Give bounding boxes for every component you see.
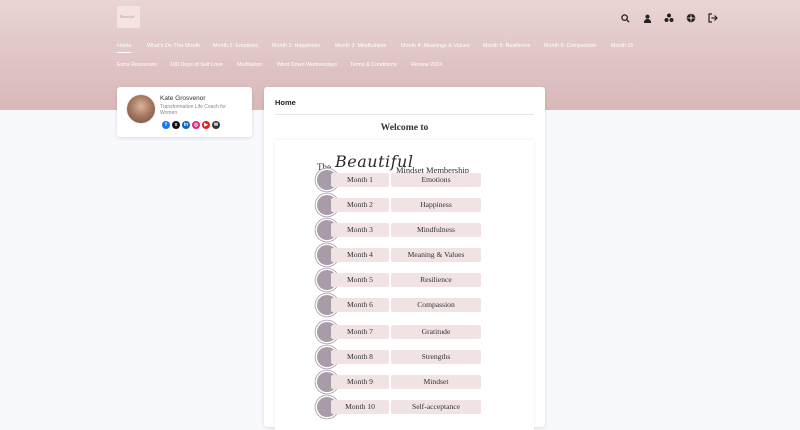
- nav-item-month-2[interactable]: Month 2: Happiness: [272, 43, 320, 49]
- nav-item-month-4[interactable]: Month 4: Meanings & Values: [401, 43, 470, 49]
- nav-item-meditation[interactable]: Meditation: [237, 62, 262, 68]
- month-label: Month 2: [331, 198, 389, 212]
- topic-label: Happiness: [391, 198, 481, 212]
- topic-label: Self-acceptance: [391, 400, 481, 414]
- logo-text: Beautiful: [120, 14, 135, 19]
- nav-item-month-15[interactable]: Month 15: [611, 43, 633, 49]
- nav-item-month-1[interactable]: Month 1: Emotions: [213, 43, 258, 49]
- page-title: Home: [275, 98, 296, 107]
- profile-role: Transformation Life Coach for Women: [160, 104, 226, 116]
- linkedin-icon[interactable]: in: [182, 121, 190, 129]
- month-row-3[interactable]: Month 3 Mindfulness: [317, 220, 481, 240]
- month-row-10[interactable]: Month 10 Self-acceptance: [317, 397, 481, 417]
- nav-item-month-3[interactable]: Month 3: Mindfulness: [335, 43, 386, 49]
- month-label: Month 7: [331, 325, 389, 339]
- month-row-4[interactable]: Month 4 Meaning & Values: [317, 245, 481, 265]
- logout-icon[interactable]: [706, 11, 720, 25]
- profile-card: Kate Grosvenor Transformation Life Coach…: [117, 87, 252, 137]
- social-links: f x in ◎ ▶ ✉: [162, 121, 220, 129]
- user-icon[interactable]: [640, 11, 654, 25]
- nav-item-wind-down[interactable]: Wind Down Wednesdays: [277, 62, 337, 68]
- instagram-icon[interactable]: ◎: [192, 121, 200, 129]
- community-icon[interactable]: [662, 11, 676, 25]
- divider: [275, 114, 534, 115]
- youtube-icon[interactable]: ▶: [202, 121, 210, 129]
- search-icon[interactable]: [618, 11, 632, 25]
- membership-graphic: The Beautiful Mindset Membership Month 1…: [275, 140, 534, 430]
- topic-label: Emotions: [391, 173, 481, 187]
- welcome-heading: Welcome to: [380, 122, 429, 133]
- topic-label: Mindset: [391, 375, 481, 389]
- topic-label: Meaning & Values: [391, 248, 481, 262]
- topic-label: Mindfulness: [391, 223, 481, 237]
- x-icon[interactable]: x: [172, 121, 180, 129]
- nav-item-extra-resources[interactable]: Extra Resources: [117, 62, 157, 68]
- email-icon[interactable]: ✉: [212, 121, 220, 129]
- nav-item-month-6[interactable]: Month 6: Compassion: [544, 43, 596, 49]
- month-row-6[interactable]: Month 6 Compassion: [317, 295, 481, 315]
- facebook-icon[interactable]: f: [162, 121, 170, 129]
- nav-item-month-5[interactable]: Month 5: Resilience: [483, 43, 530, 49]
- topic-label: Compassion: [391, 298, 481, 312]
- header-icons: [618, 11, 720, 25]
- avatar[interactable]: [126, 94, 156, 124]
- topic-label: Strengths: [391, 350, 481, 364]
- profile-name[interactable]: Kate Grosvenor: [160, 95, 206, 102]
- month-row-7[interactable]: Month 7 Gratitude: [317, 322, 481, 342]
- settings-icon[interactable]: [684, 11, 698, 25]
- month-label: Month 1: [331, 173, 389, 187]
- month-label: Month 4: [331, 248, 389, 262]
- topic-label: Resilience: [391, 273, 481, 287]
- month-row-1[interactable]: Month 1 Emotions: [317, 170, 481, 190]
- month-label: Month 9: [331, 375, 389, 389]
- month-row-8[interactable]: Month 8 Strengths: [317, 347, 481, 367]
- site-logo[interactable]: Beautiful: [117, 6, 140, 28]
- topic-label: Gratitude: [391, 325, 481, 339]
- nav-item-terms[interactable]: Terms & Conditions: [350, 62, 397, 68]
- month-label: Month 8: [331, 350, 389, 364]
- month-row-2[interactable]: Month 2 Happiness: [317, 195, 481, 215]
- nav-item-whats-on[interactable]: What's On This Month: [147, 43, 200, 49]
- month-label: Month 10: [331, 400, 389, 414]
- month-label: Month 5: [331, 273, 389, 287]
- month-row-9[interactable]: Month 9 Mindset: [317, 372, 481, 392]
- month-label: Month 3: [331, 223, 389, 237]
- nav-item-home[interactable]: Home: [117, 43, 132, 53]
- nav-item-review-2024[interactable]: Review 2024: [411, 62, 442, 68]
- nav-item-100-days[interactable]: 100 Days of Self Love: [170, 62, 223, 68]
- month-row-5[interactable]: Month 5 Resilience: [317, 270, 481, 290]
- month-label: Month 6: [331, 298, 389, 312]
- main-content-card: Home Welcome to The Beautiful Mindset Me…: [264, 87, 545, 430]
